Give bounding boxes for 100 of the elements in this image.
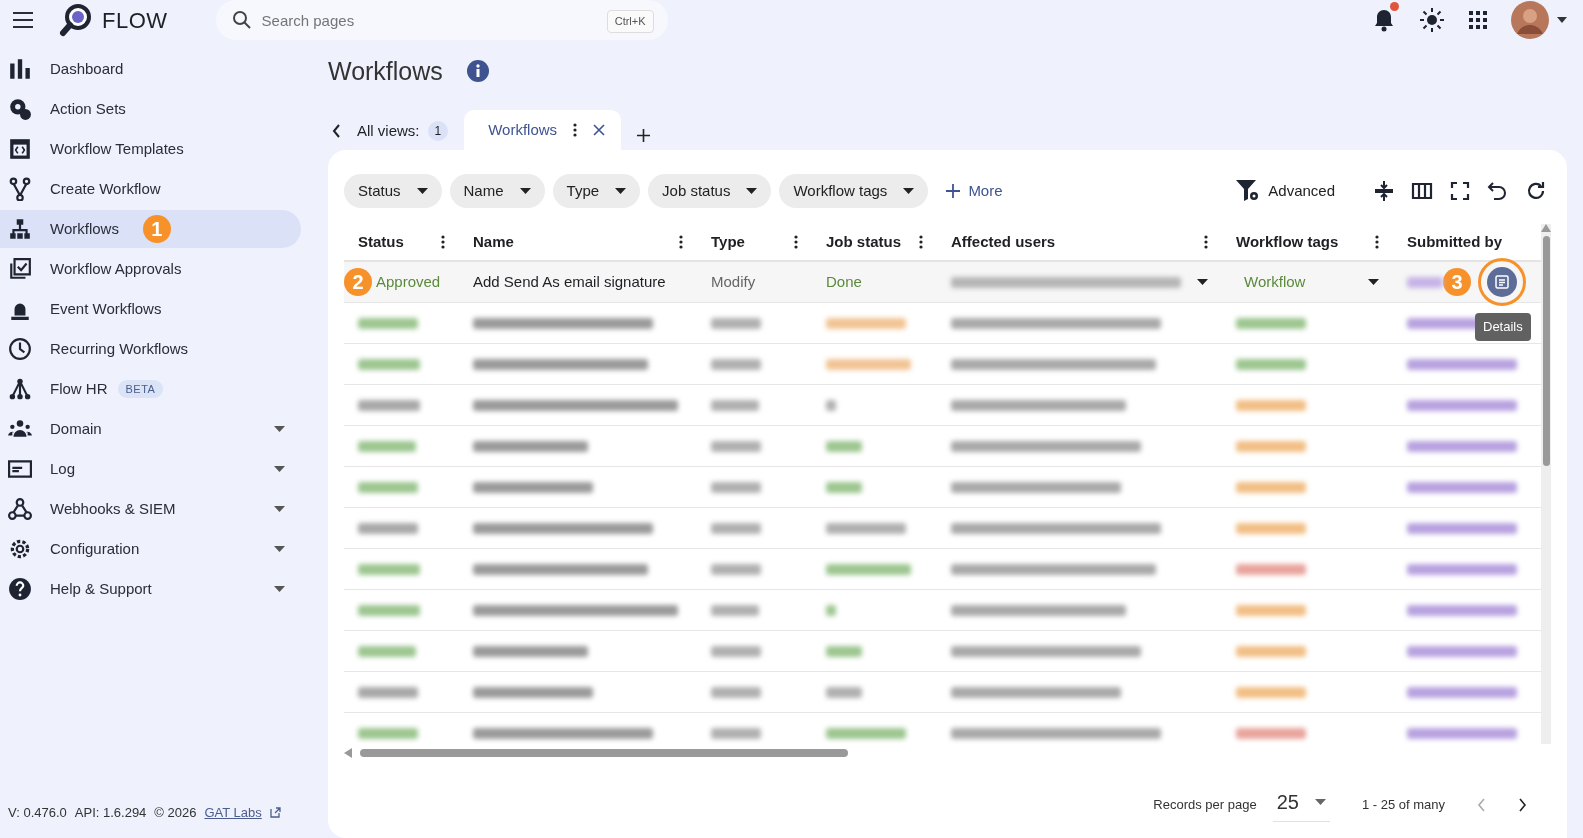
caret-icon: [1197, 279, 1208, 285]
job-status-text: Done: [826, 271, 862, 292]
sidebar-item[interactable]: Workflow Approvals: [0, 250, 301, 288]
all-views-label[interactable]: All views:: [357, 119, 420, 142]
sidebar-item[interactable]: Recurring Workflows: [0, 330, 301, 368]
filter-button[interactable]: Name: [449, 174, 545, 208]
bar-chart-icon: [8, 57, 32, 81]
caret-icon[interactable]: [1557, 17, 1567, 23]
sidebar-item[interactable]: Configuration: [0, 530, 301, 568]
sidebar-item[interactable]: Help & Support: [0, 570, 301, 608]
column-menu-icon[interactable]: [1204, 235, 1208, 249]
column-menu-icon[interactable]: [679, 235, 683, 249]
api-version-text: API: 1.6.294: [74, 803, 147, 822]
sidebar-item[interactable]: Workflows 1: [0, 210, 301, 248]
redacted-text: [711, 563, 761, 575]
vertical-scrollbar[interactable]: [1541, 224, 1551, 744]
column-menu-icon[interactable]: [919, 235, 923, 249]
sidebar-item[interactable]: Domain: [0, 410, 301, 448]
tooltip: Details: [1475, 313, 1531, 341]
column-header[interactable]: Submitted by: [1407, 230, 1502, 254]
column-menu-icon[interactable]: [794, 235, 798, 249]
copyright-text: © 2026: [154, 803, 197, 822]
apps-grid-icon[interactable]: [1469, 11, 1487, 29]
clock-icon: [8, 337, 32, 361]
column-header[interactable]: Affected users: [951, 230, 1056, 254]
sidebar-item[interactable]: Webhooks & SIEM: [0, 490, 301, 528]
nodes-icon: [8, 377, 32, 401]
redacted-text: [711, 645, 761, 657]
bell-icon[interactable]: [1373, 8, 1395, 32]
checklist-icon: [8, 257, 32, 281]
view-tab[interactable]: Workflows: [464, 110, 622, 150]
app-name: FLOW: [102, 6, 168, 35]
step-number: 1: [142, 215, 171, 243]
logo-icon: [58, 2, 94, 38]
redacted-text: [711, 317, 761, 329]
columns-icon[interactable]: [1411, 180, 1433, 202]
filter-button[interactable]: Status: [344, 174, 442, 208]
density-icon[interactable]: [1373, 180, 1395, 202]
fork-icon: [8, 177, 32, 201]
column-header[interactable]: Type: [711, 230, 745, 254]
column-header[interactable]: Workflow tags: [1236, 230, 1339, 254]
version-text: V: 0.476.0: [8, 803, 67, 822]
sidebar-item[interactable]: Dashboard: [0, 50, 301, 88]
sidebar-item[interactable]: Create Workflow: [0, 170, 301, 208]
refresh-icon[interactable]: [1525, 180, 1547, 202]
sun-icon[interactable]: [1419, 7, 1445, 33]
sidebar-item[interactable]: Log: [0, 450, 301, 488]
status-text: Approved: [376, 271, 441, 292]
filter-button[interactable]: Type: [552, 174, 641, 208]
caret-icon: [903, 188, 915, 194]
next-page-icon[interactable]: [1518, 797, 1527, 812]
caret-icon: [416, 188, 428, 194]
back-chevron-icon[interactable]: [332, 123, 341, 138]
redacted-text: [711, 604, 759, 616]
scroll-left-icon[interactable]: [344, 748, 352, 758]
workflow-tag: Workflow: [1244, 270, 1306, 294]
redacted-text: [711, 727, 761, 739]
fullscreen-icon[interactable]: [1449, 180, 1471, 202]
plus-icon: [946, 184, 961, 198]
redacted-text: [1407, 276, 1443, 288]
filter-settings-icon: [1236, 180, 1261, 202]
workflow-name[interactable]: Add Send As email signature: [473, 270, 666, 294]
redacted-text: [711, 440, 761, 452]
tab-menu-icon[interactable]: [573, 123, 578, 137]
sidebar-item[interactable]: Flow HR BETA: [0, 370, 301, 408]
column-header[interactable]: Name: [473, 230, 514, 254]
undo-icon[interactable]: [1487, 180, 1509, 202]
page-size-select[interactable]: 25: [1272, 787, 1330, 822]
caret-icon: [746, 188, 758, 194]
sidebar-item[interactable]: Action Sets: [0, 90, 301, 128]
redacted-text: [711, 358, 761, 370]
column-menu-icon[interactable]: [441, 235, 445, 249]
filter-button[interactable]: Job status: [648, 174, 772, 208]
column-header[interactable]: Status: [358, 230, 404, 254]
filter-button[interactable]: Workflow tags: [779, 174, 929, 208]
avatar-icon[interactable]: [1511, 1, 1549, 39]
document-icon: [1495, 275, 1509, 289]
column-header[interactable]: Job status: [826, 230, 901, 254]
caret-icon: [1368, 279, 1379, 285]
redacted-text: [711, 522, 761, 534]
advanced-filter-button[interactable]: Advanced: [1230, 178, 1341, 204]
view-count: 1: [427, 120, 449, 141]
add-tab-icon[interactable]: [637, 129, 651, 142]
page-range: 1 - 25 of many: [1361, 795, 1445, 814]
type-text: Modify: [711, 271, 756, 292]
sitemap-icon: [8, 217, 32, 241]
info-icon[interactable]: [466, 60, 489, 82]
page-title: Workflows: [328, 56, 443, 86]
card-icon: [8, 457, 32, 481]
column-menu-icon[interactable]: [1375, 235, 1379, 249]
shortcut-hint: Ctrl+K: [606, 10, 654, 33]
caret-icon: [1314, 799, 1326, 805]
menu-icon[interactable]: [12, 11, 34, 29]
sidebar-item[interactable]: Workflow Templates: [0, 130, 301, 168]
close-icon[interactable]: [593, 124, 606, 136]
company-link[interactable]: GAT Labs: [204, 802, 262, 822]
redacted-text: [711, 686, 761, 698]
external-link-icon[interactable]: [269, 806, 281, 818]
more-filters-button[interactable]: More: [940, 178, 1009, 204]
sidebar-item[interactable]: Event Workflows: [0, 290, 301, 328]
